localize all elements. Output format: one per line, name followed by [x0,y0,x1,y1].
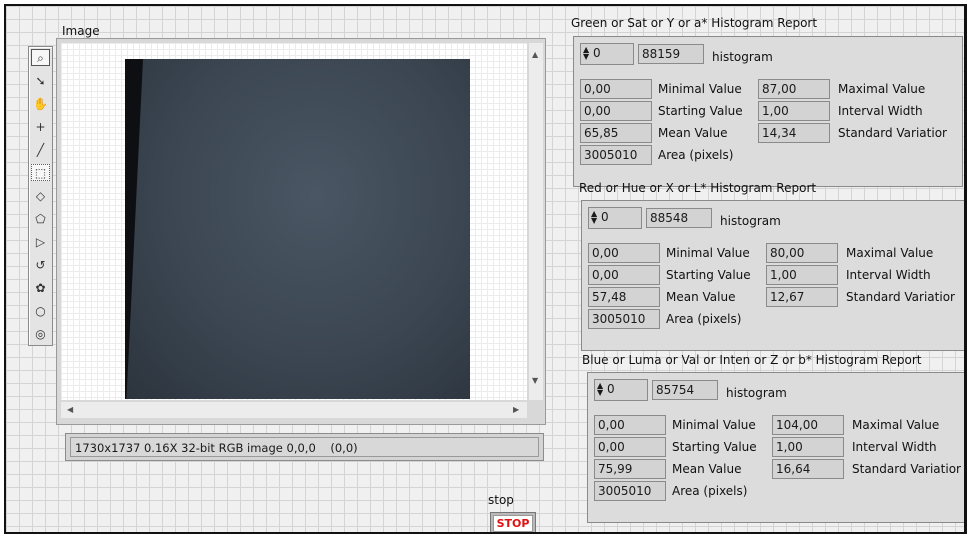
image-viewport[interactable] [61,43,527,400]
stop-button[interactable]: STOP [490,512,536,532]
line-icon[interactable]: ╱ [31,141,50,158]
image-display: ▲ ▼ ◀ ▶ [56,38,546,425]
stepper-arrows-icon[interactable]: ▲ ▼ [591,210,597,225]
blue-maximal-label: Maximal Value [852,418,940,432]
scroll-left-icon[interactable]: ◀ [67,406,73,414]
horizontal-scrollbar[interactable]: ◀ ▶ [61,402,527,418]
red-histogram-report: ▲ ▼ 0 88548 histogram 0,00 Minimal Value … [581,200,964,351]
image-info-bar: 1730x1737 0.16X 32-bit RGB image 0,0,0 (… [65,433,544,461]
green-index-value: 0 [593,46,601,60]
oval-icon[interactable]: ○ [31,302,50,319]
green-starting-value: 0,00 [580,101,652,121]
image-info-text: 1730x1737 0.16X 32-bit RGB image 0,0,0 (… [70,437,539,457]
red-minimal-value: 0,00 [588,243,660,263]
red-minimal-label: Minimal Value [666,246,750,260]
green-histogram-report: ▲ ▼ 0 88159 histogram 0,00 Minimal Value … [573,36,963,187]
image-label: Image [62,24,100,38]
block-diagram-panel: Image ⌕ ➘ ✋ + ╱ ⬚ ◇ ⬠ ▷ ↺ ✿ ○ ◎ ▲ ▼ ◀ ▶ … [4,4,967,534]
blue-minimal-label: Minimal Value [672,418,756,432]
red-index-value: 0 [601,210,609,224]
green-histogram-value: 88159 [638,44,704,64]
green-minimal-label: Minimal Value [658,82,742,96]
blue-mean-value: 75,99 [594,459,666,479]
blue-interval-value: 1,00 [772,437,844,457]
green-maximal-value: 87,00 [758,79,830,99]
green-interval-label: Interval Width [838,104,923,118]
blue-index-stepper[interactable]: ▲ ▼ 0 [594,379,648,401]
red-report-title: Red or Hue or X or L* Histogram Report [579,181,817,195]
stop-label: stop [488,493,514,507]
blue-std-label: Standard Variatior [852,462,961,476]
rectangle-icon[interactable]: ⬚ [31,164,50,181]
stepper-arrows-icon[interactable]: ▲ ▼ [597,382,603,397]
blue-minimal-value: 0,00 [594,415,666,435]
green-index-stepper[interactable]: ▲ ▼ 0 [580,43,634,65]
green-histogram-label: histogram [712,50,773,64]
blue-maximal-value: 104,00 [772,415,844,435]
blue-starting-value: 0,00 [594,437,666,457]
blue-mean-label: Mean Value [672,462,742,476]
green-interval-value: 1,00 [758,101,830,121]
red-histogram-label: histogram [720,214,781,228]
green-area-value: 3005010 [580,145,652,165]
blue-interval-label: Interval Width [852,440,937,454]
blue-index-value: 0 [607,382,615,396]
zoom-icon[interactable]: ⌕ [31,49,50,66]
pan-hand-icon[interactable]: ✋ [31,95,50,112]
red-maximal-value: 80,00 [766,243,838,263]
red-interval-label: Interval Width [846,268,931,282]
blue-report-title: Blue or Luma or Val or Inten or Z or b* … [582,353,922,367]
red-maximal-label: Maximal Value [846,246,934,260]
blue-histogram-value: 85754 [652,380,718,400]
point-icon[interactable]: + [31,118,50,135]
stop-button-text: STOP [492,514,534,532]
scroll-right-icon[interactable]: ▶ [513,406,519,414]
green-std-label: Standard Variatior [838,126,947,140]
green-maximal-label: Maximal Value [838,82,926,96]
green-starting-label: Starting Value [658,104,743,118]
blue-starting-label: Starting Value [672,440,757,454]
green-minimal-value: 0,00 [580,79,652,99]
pointer-icon[interactable]: ➘ [31,72,50,89]
red-index-stepper[interactable]: ▲ ▼ 0 [588,207,642,229]
blue-histogram-report: ▲ ▼ 0 85754 histogram 0,00 Minimal Value … [587,372,964,523]
green-mean-label: Mean Value [658,126,728,140]
blue-area-label: Area (pixels) [672,484,748,498]
red-histogram-value: 88548 [646,208,712,228]
acquired-image[interactable] [125,59,470,399]
green-mean-value: 65,85 [580,123,652,143]
red-area-label: Area (pixels) [666,312,742,326]
scroll-down-icon[interactable]: ▼ [532,377,538,385]
red-area-value: 3005010 [588,309,660,329]
rotated-rectangle-icon[interactable]: ◇ [31,187,50,204]
blue-std-value: 16,64 [772,459,844,479]
freehand-region-icon[interactable]: ✿ [31,279,50,296]
green-report-title: Green or Sat or Y or a* Histogram Report [571,16,818,30]
red-mean-label: Mean Value [666,290,736,304]
annulus-icon[interactable]: ◎ [31,325,50,342]
red-std-label: Standard Variatior [846,290,955,304]
red-std-value: 12,67 [766,287,838,307]
vertical-scrollbar[interactable]: ▲ ▼ [529,43,543,400]
freehand-line-icon[interactable]: ↺ [31,256,50,273]
scroll-up-icon[interactable]: ▲ [532,51,538,59]
red-starting-label: Starting Value [666,268,751,282]
red-mean-value: 57,48 [588,287,660,307]
green-std-value: 14,34 [758,123,830,143]
red-interval-value: 1,00 [766,265,838,285]
stepper-arrows-icon[interactable]: ▲ ▼ [583,46,589,61]
image-dark-edge [125,59,143,399]
polygon-icon[interactable]: ⬠ [31,210,50,227]
blue-area-value: 3005010 [594,481,666,501]
blue-histogram-label: histogram [726,386,787,400]
green-area-label: Area (pixels) [658,148,734,162]
polyline-icon[interactable]: ▷ [31,233,50,250]
tool-palette: ⌕ ➘ ✋ + ╱ ⬚ ◇ ⬠ ▷ ↺ ✿ ○ ◎ [28,46,53,346]
red-starting-value: 0,00 [588,265,660,285]
